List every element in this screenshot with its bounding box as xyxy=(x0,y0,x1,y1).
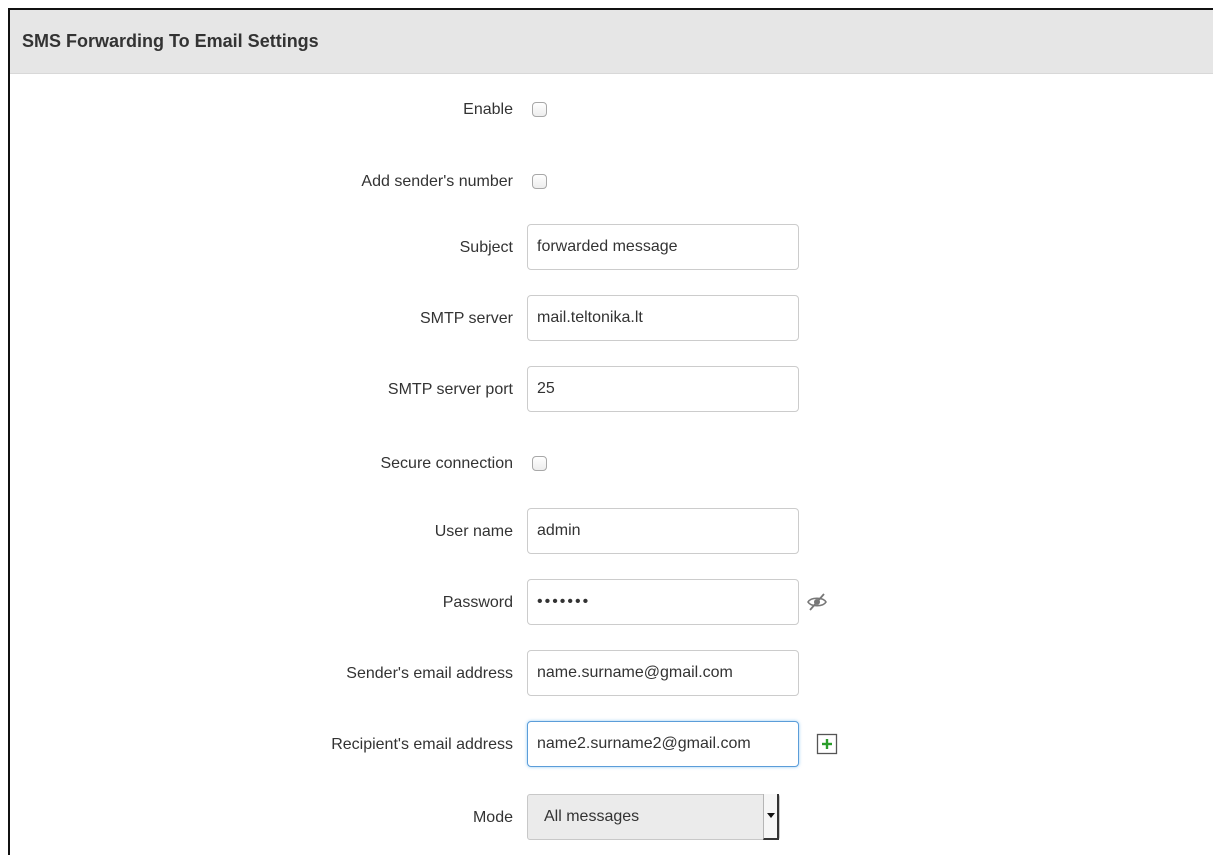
smtp-server-row: SMTP server mail.teltonika.lt xyxy=(10,295,1213,343)
smtp-port-input[interactable]: 25 xyxy=(527,366,799,412)
panel-title: SMS Forwarding To Email Settings xyxy=(22,31,319,51)
subject-row: Subject forwarded message xyxy=(10,224,1213,272)
user-name-label: User name xyxy=(434,523,513,540)
sender-email-label: Sender's email address xyxy=(346,665,513,682)
smtp-port-row: SMTP server port 25 xyxy=(10,366,1213,414)
subject-input[interactable]: forwarded message xyxy=(527,224,799,270)
sender-email-row: Sender's email address name.surname@gmai… xyxy=(10,650,1213,698)
password-input[interactable]: ••••••• xyxy=(527,579,799,625)
secure-connection-checkbox[interactable] xyxy=(532,456,547,471)
user-name-input[interactable]: admin xyxy=(527,508,799,554)
recipient-email-input[interactable]: name2.surname2@gmail.com xyxy=(527,721,799,767)
recipient-email-label: Recipient's email address xyxy=(331,736,513,753)
sender-email-input[interactable]: name.surname@gmail.com xyxy=(527,650,799,696)
enable-label: Enable xyxy=(463,101,513,118)
recipient-email-row: Recipient's email address name2.surname2… xyxy=(10,721,1213,769)
add-sender-number-checkbox[interactable] xyxy=(532,174,547,189)
plus-icon[interactable] xyxy=(816,733,838,755)
smtp-port-label: SMTP server port xyxy=(387,381,513,398)
add-sender-number-label: Add sender's number xyxy=(361,173,513,190)
panel-header: SMS Forwarding To Email Settings xyxy=(10,10,1213,74)
secure-connection-row: Secure connection xyxy=(10,440,1213,488)
password-label: Password xyxy=(442,594,513,611)
password-row: Password ••••••• xyxy=(10,579,1213,627)
enable-checkbox[interactable] xyxy=(532,102,547,117)
eye-slash-icon[interactable] xyxy=(806,591,828,613)
settings-window: SMS Forwarding To Email Settings Enable … xyxy=(8,8,1213,855)
add-sender-number-row: Add sender's number xyxy=(10,158,1213,206)
user-name-row: User name admin xyxy=(10,508,1213,556)
chevron-down-icon[interactable] xyxy=(763,794,779,840)
smtp-server-label: SMTP server xyxy=(419,310,513,327)
smtp-server-input[interactable]: mail.teltonika.lt xyxy=(527,295,799,341)
enable-row: Enable xyxy=(10,86,1213,134)
mode-row: Mode All messages xyxy=(10,794,1213,842)
mode-select[interactable]: All messages xyxy=(527,794,780,840)
secure-connection-label: Secure connection xyxy=(380,455,513,472)
mode-label: Mode xyxy=(472,809,513,826)
mode-selected-value: All messages xyxy=(544,808,640,825)
subject-label: Subject xyxy=(459,239,513,256)
